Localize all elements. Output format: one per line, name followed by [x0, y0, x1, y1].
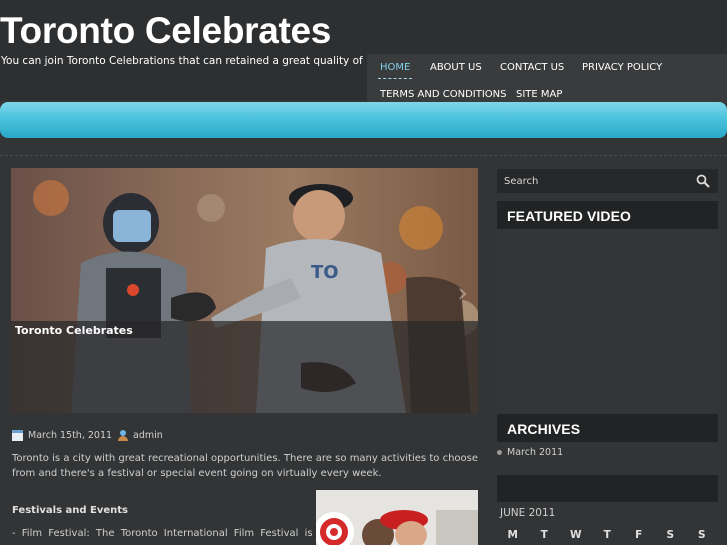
featured-slider[interactable]: TO › Toronto Celebrates — [11, 168, 478, 413]
post-meta: March 15th, 2011 admin — [12, 430, 163, 441]
archives-title: ARCHIVES — [507, 421, 581, 437]
calendar-day-sun: S — [697, 529, 706, 541]
archive-item-label[interactable]: March 2011 — [507, 447, 563, 458]
svg-text:TO: TO — [311, 262, 339, 283]
featured-video-area[interactable] — [497, 229, 718, 405]
section-heading: Festivals and Events — [12, 505, 128, 516]
inline-post-photo — [316, 490, 478, 545]
post-author[interactable]: admin — [133, 430, 163, 441]
calendar-icon — [12, 430, 23, 441]
nav-item-about-us[interactable]: ABOUT US — [430, 62, 482, 73]
post-intro: Toronto is a city with great recreationa… — [12, 453, 478, 479]
search-icon[interactable] — [696, 174, 710, 188]
nav-item-privacy-policy[interactable]: PRIVACY POLICY — [582, 62, 662, 73]
nav-item-terms-and-conditions[interactable]: TERMS AND CONDITIONS — [380, 89, 506, 100]
nav-item-site-map[interactable]: SITE MAP — [516, 89, 562, 100]
archive-item[interactable]: March 2011 — [497, 447, 563, 458]
nav-item-home[interactable]: HOME — [377, 62, 413, 79]
site-title[interactable]: Toronto Celebrates — [0, 10, 331, 52]
bullet-icon — [497, 450, 502, 455]
slider-next-arrow[interactable]: › — [457, 276, 468, 309]
calendar-weekdays: M T W T F S S — [497, 529, 718, 541]
calendar-day-thu: T — [603, 529, 611, 541]
feature-caption-panel: Toronto Celebrates — [11, 321, 478, 413]
calendar-header — [497, 475, 718, 502]
search-box — [497, 169, 718, 193]
header-accent-bar — [0, 102, 727, 138]
calendar-caption: JUNE 2011 — [500, 507, 556, 519]
featured-video-title: FEATURED VIDEO — [507, 208, 632, 224]
main-navigation: HOME ABOUT US CONTACT US PRIVACY POLICY … — [367, 54, 727, 108]
calendar-day-wed: W — [569, 529, 582, 541]
calendar-day-fri: F — [635, 529, 643, 541]
archives-header: ARCHIVES — [497, 414, 718, 442]
feature-caption-title[interactable]: Toronto Celebrates — [15, 324, 133, 337]
nav-item-contact-us[interactable]: CONTACT US — [500, 62, 564, 73]
post-paragraph: - Film Festival: The Toronto Internation… — [12, 528, 313, 539]
featured-video-header: FEATURED VIDEO — [497, 201, 718, 229]
user-icon — [118, 430, 129, 441]
calendar-day-sat: S — [666, 529, 675, 541]
calendar-day-tue: T — [540, 529, 548, 541]
search-input[interactable] — [497, 169, 687, 193]
header-divider — [0, 155, 727, 156]
post-date: March 15th, 2011 — [28, 430, 113, 441]
site-tagline: You can join Toronto Celebrations that c… — [1, 55, 386, 67]
calendar-day-mon: M — [507, 529, 518, 541]
